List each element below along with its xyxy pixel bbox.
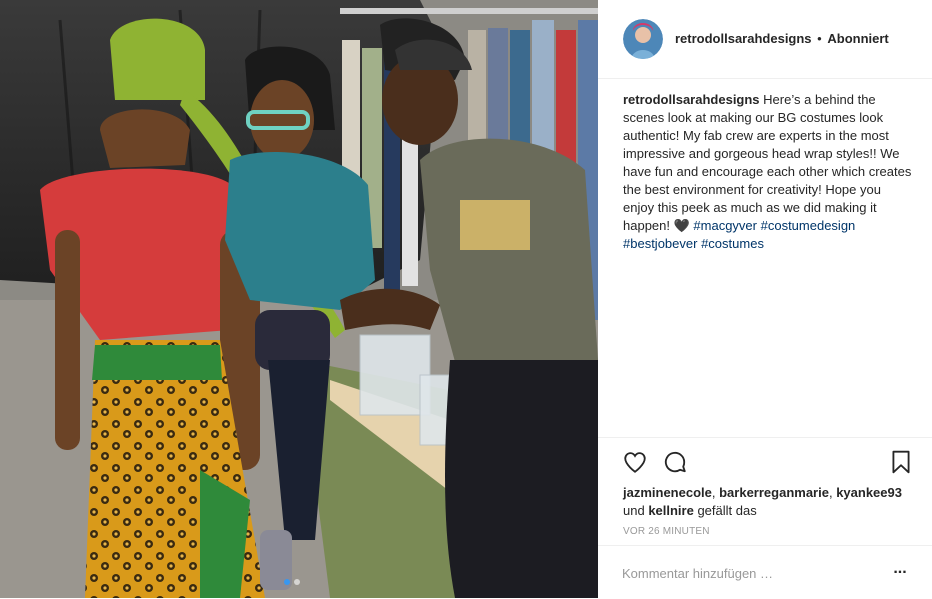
heart-icon	[624, 452, 646, 473]
liker-username[interactable]: jazminenecole	[623, 485, 712, 500]
follow-status-button[interactable]: Abonniert	[827, 31, 888, 46]
comment-icon	[664, 451, 686, 473]
carousel-dots-icon	[284, 579, 300, 585]
hashtag-link[interactable]: #bestjobever	[623, 236, 697, 251]
hashtag-link[interactable]: #macgyver	[693, 218, 757, 233]
post-caption: retrodollsarahdesigns Here’s a behind th…	[623, 91, 915, 253]
header-separator: •	[817, 31, 822, 46]
carousel-indicator	[283, 578, 303, 586]
bookmark-icon	[892, 450, 910, 474]
liker-username[interactable]: kellnire	[648, 503, 694, 518]
post-author-username[interactable]: retrodollsarahdesigns	[675, 31, 812, 46]
avatar[interactable]	[623, 19, 663, 59]
post-timestamp[interactable]: vor 26 Minuten	[623, 526, 710, 537]
more-options-icon: ...	[893, 560, 907, 577]
comment-button[interactable]	[662, 449, 688, 475]
more-options-button[interactable]: ...	[888, 561, 912, 580]
post-photo[interactable]	[0, 0, 598, 598]
post-header: retrodollsarahdesigns • Abonniert	[598, 0, 932, 79]
post-actions	[598, 437, 932, 488]
post-details-panel: retrodollsarahdesigns • Abonniert retrod…	[598, 0, 932, 598]
hashtag-link[interactable]: #costumes	[701, 236, 764, 251]
avatar-image	[623, 19, 663, 59]
caption-text: Here’s a behind the scenes look at makin…	[623, 92, 912, 233]
save-button[interactable]	[888, 449, 914, 475]
caption-username[interactable]: retrodollsarahdesigns	[623, 92, 760, 107]
comment-input[interactable]	[622, 566, 852, 581]
liker-username[interactable]: kyankee93	[836, 485, 902, 500]
likes-suffix: gefällt das	[693, 503, 757, 518]
likes-and: und	[623, 503, 649, 518]
like-button[interactable]	[622, 449, 648, 475]
post-image	[0, 0, 598, 598]
hashtag-link[interactable]: #costumedesign	[761, 218, 856, 233]
comment-bar: ...	[598, 545, 932, 599]
likes-summary: jazminenecole, barkerreganmarie, kyankee…	[623, 484, 923, 520]
liker-username[interactable]: barkerreganmarie	[719, 485, 829, 500]
